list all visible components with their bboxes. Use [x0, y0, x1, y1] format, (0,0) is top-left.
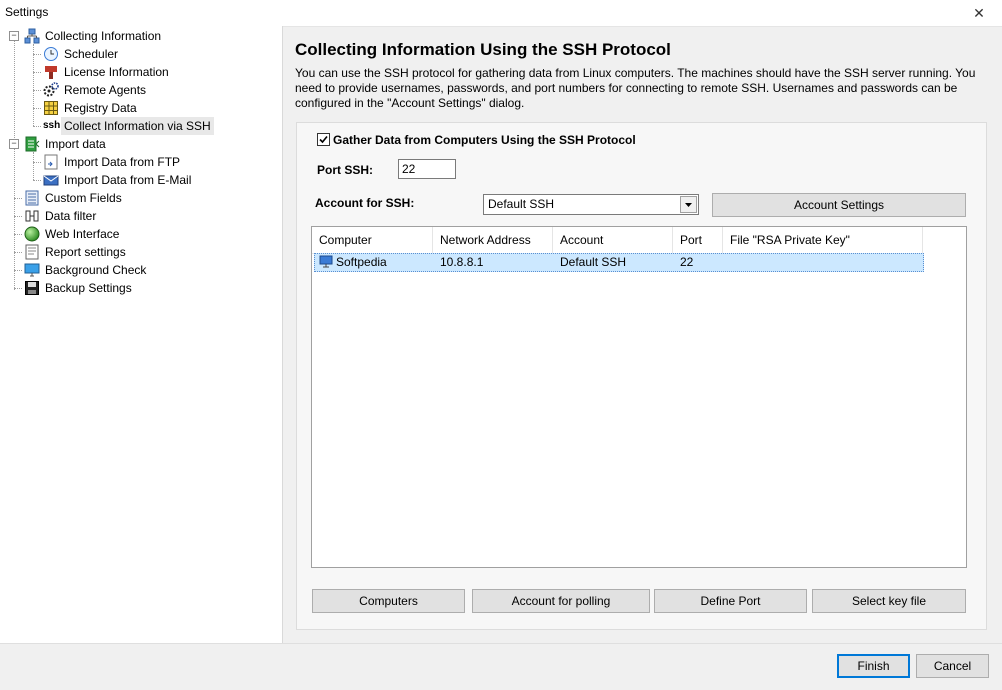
port-ssh-label: Port SSH: [317, 163, 374, 177]
account-ssh-label: Account for SSH: [315, 196, 415, 210]
computers-button[interactable]: Computers [312, 589, 465, 613]
email-icon [43, 175, 59, 186]
computer-icon [319, 255, 333, 268]
tree-line [14, 198, 22, 199]
tree-line [14, 270, 22, 271]
tree-item-label: Import Data from E-Mail [64, 173, 192, 187]
account-for-polling-button[interactable]: Account for polling [472, 589, 650, 613]
close-icon[interactable]: ✕ [956, 0, 1002, 26]
page-title: Collecting Information Using the SSH Pro… [295, 40, 671, 59]
tree-line [14, 252, 22, 253]
ftp-icon [44, 154, 58, 170]
tree-item-label: Scheduler [64, 47, 119, 61]
account-ssh-value: Default SSH [488, 197, 555, 211]
ssh-icon: ssh [43, 120, 61, 131]
column-header-computer[interactable]: Computer [312, 227, 433, 253]
fields-icon [25, 190, 39, 206]
tree-line [33, 72, 41, 73]
column-header-account[interactable]: Account [553, 227, 673, 253]
import-icon [25, 136, 40, 152]
globe-icon [24, 226, 40, 242]
tree-line [33, 44, 34, 126]
tree-line [33, 152, 34, 180]
registry-grid-icon [44, 101, 58, 115]
column-header-network-address[interactable]: Network Address [433, 227, 553, 253]
tree-line [33, 54, 41, 55]
network-icon [24, 28, 40, 44]
gather-ssh-label[interactable]: Gather Data from Computers Using the SSH… [333, 133, 636, 147]
tree-item-label: Collecting Information [45, 29, 162, 43]
tree-item-label: Report settings [45, 245, 126, 259]
gears-icon [43, 82, 59, 97]
tree-item-label: Data filter [45, 209, 97, 223]
cancel-button[interactable]: Cancel [916, 654, 989, 678]
tree-item-label: Collect Information via SSH [61, 117, 214, 135]
tree-item-label: Backup Settings [45, 281, 132, 295]
title-bar: Settings ✕ [0, 0, 1002, 27]
account-settings-button[interactable]: Account Settings [712, 193, 966, 217]
report-icon [25, 244, 39, 260]
window-title: Settings [5, 5, 49, 19]
checkmark-icon [319, 135, 328, 144]
tree-line [33, 162, 41, 163]
clock-icon [44, 47, 58, 61]
table-row[interactable]: Softpedia 10.8.8.1 Default SSH 22 [314, 253, 924, 272]
settings-tree: − − Collecting Information Scheduler Lic… [0, 26, 283, 643]
column-header-port[interactable]: Port [673, 227, 723, 253]
filter-icon [25, 210, 39, 222]
tree-line [33, 90, 41, 91]
port-ssh-input[interactable] [398, 159, 456, 179]
license-icon [45, 66, 57, 79]
tree-item-label: Remote Agents [64, 83, 147, 97]
ssh-computers-grid[interactable]: Computer Network Address Account Port Fi… [311, 226, 967, 568]
tree-item-label: Web Interface [45, 227, 120, 241]
tree-line [14, 288, 22, 289]
expander-import-data[interactable]: − [9, 139, 19, 149]
tree-item-label: Import data [45, 137, 106, 151]
cell-account: Default SSH [560, 255, 627, 269]
page-description: You can use the SSH protocol for gatheri… [295, 66, 976, 110]
monitor-icon [24, 263, 40, 277]
tree-item-label: Custom Fields [45, 191, 122, 205]
account-ssh-select[interactable]: Default SSH [483, 194, 699, 215]
cell-port: 22 [680, 255, 694, 269]
tree-line [33, 180, 41, 181]
cell-computer: Softpedia [336, 255, 387, 269]
dropdown-arrow-icon[interactable] [680, 196, 697, 213]
tree-item-label: Import Data from FTP [64, 155, 181, 169]
finish-button[interactable]: Finish [837, 654, 910, 678]
floppy-icon [25, 281, 39, 295]
tree-item-label: Registry Data [64, 101, 137, 115]
tree-line [14, 216, 22, 217]
gather-ssh-checkbox[interactable] [317, 133, 330, 146]
tree-line [14, 234, 22, 235]
tree-line [33, 108, 41, 109]
cell-network-address: 10.8.8.1 [440, 255, 484, 269]
tree-item-label: License Information [64, 65, 169, 79]
grid-header: Computer Network Address Account Port Fi… [312, 227, 923, 254]
define-port-button[interactable]: Define Port [654, 589, 807, 613]
select-key-file-button[interactable]: Select key file [812, 589, 966, 613]
tree-line [33, 126, 41, 127]
tree-item-label: Background Check [45, 263, 147, 277]
column-header-rsa-key[interactable]: File "RSA Private Key" [723, 227, 923, 253]
expander-collecting-information[interactable]: − [9, 31, 19, 41]
